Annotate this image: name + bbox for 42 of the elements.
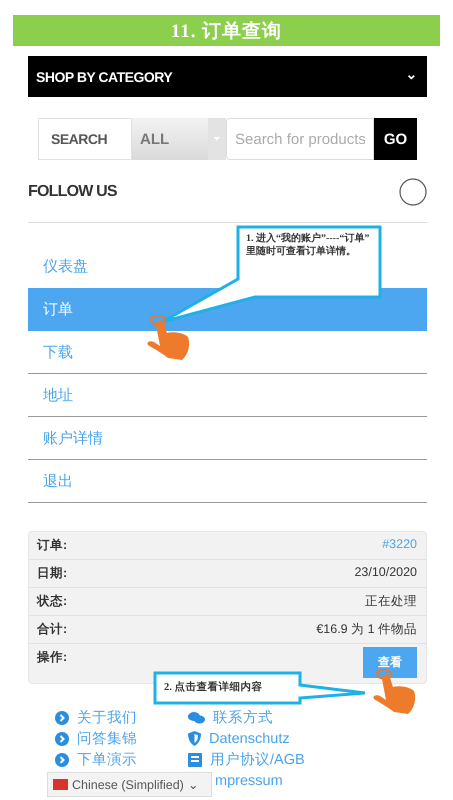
footer-link[interactable]: mpressum — [215, 772, 283, 788]
account-menu-item[interactable]: 地址 — [43, 386, 73, 404]
order-field-label: 状态: — [37, 593, 68, 610]
footer-link[interactable]: 下单演示 — [77, 750, 137, 769]
order-field-label: 操作: — [37, 649, 68, 666]
account-menu-item[interactable]: 下载 — [43, 342, 73, 362]
language-label: Chinese (Simplified) — [72, 778, 184, 792]
footer-link[interactable]: 用户协议/AGB — [210, 750, 305, 769]
caret-icon: ⌄ — [188, 777, 199, 792]
search-field[interactable]: Search for products — [226, 118, 374, 160]
callout-text: 1. 进入“我的账户”----“订单” 里随时可查看订单详情。 — [246, 232, 370, 258]
order-field-value: 23/10/2020 — [354, 565, 417, 579]
order-field-label: 合计: — [37, 621, 68, 638]
page-banner: 11. 订单查询 — [13, 15, 440, 46]
follow-heading: FOLLOW US — [28, 183, 117, 201]
search-label: SEARCH — [38, 118, 132, 160]
account-menu-item[interactable]: 退出 — [43, 472, 73, 490]
circle-icon[interactable] — [399, 178, 427, 206]
shield-icon — [188, 731, 201, 746]
footer-link[interactable]: 问答集锦 — [77, 729, 137, 748]
order-field-label: 订单: — [37, 537, 68, 554]
callout-text: 2. 点击查看详细内容 — [164, 681, 264, 695]
category-dropdown[interactable]: SHOP BY CATEGORY ⌄ — [28, 56, 427, 97]
chevron-circle-icon — [55, 732, 69, 746]
category-select[interactable]: ALL — [132, 118, 226, 160]
chevron-circle-icon — [55, 710, 69, 724]
chat-bubbles-icon — [188, 710, 205, 724]
account-menu-item[interactable]: 仪表盘 — [43, 256, 88, 276]
order-number-link[interactable]: #3220 — [382, 537, 417, 551]
flag-icon — [53, 779, 68, 790]
book-icon — [188, 752, 202, 766]
view-button[interactable]: 查看 — [363, 647, 417, 678]
order-field-label: 日期: — [37, 565, 68, 582]
account-menu-item[interactable]: 账户详情 — [43, 428, 103, 448]
chevron-circle-icon — [55, 752, 69, 766]
order-field-value: 正在处理 — [365, 593, 417, 610]
language-selector[interactable]: Chinese (Simplified) ⌄ — [47, 772, 212, 797]
footer-link[interactable]: 联系方式 — [213, 708, 273, 727]
order-field-value: €16.9 为 1 件物品 — [316, 621, 417, 638]
footer-link[interactable]: Datenschutz — [209, 730, 290, 746]
go-button[interactable]: GO — [374, 118, 417, 160]
footer-link[interactable]: 关于我们 — [77, 708, 137, 727]
